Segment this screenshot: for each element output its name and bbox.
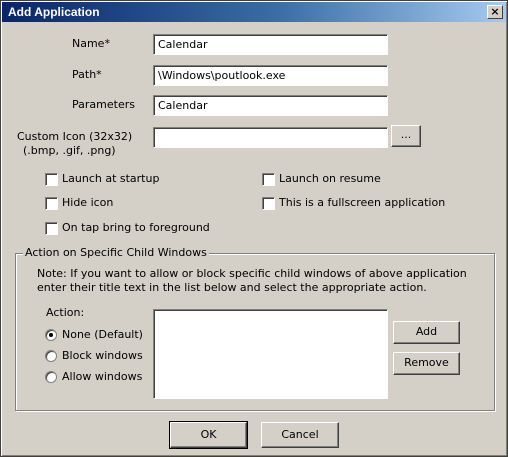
close-icon: ×	[490, 5, 500, 18]
custom-icon-field[interactable]	[153, 127, 388, 148]
launch-on-resume-checkbox[interactable]	[262, 173, 275, 186]
child-windows-list[interactable]	[153, 309, 388, 399]
browse-button[interactable]: ...	[391, 125, 421, 147]
note-text-line1: Note: If you want to allow or block spec…	[37, 267, 467, 280]
close-button[interactable]: ×	[487, 5, 503, 19]
bring-to-foreground-checkbox[interactable]	[45, 222, 58, 235]
add-application-dialog: Add Application × Name* Calendar Path* \…	[0, 0, 508, 457]
name-field[interactable]: Calendar	[153, 34, 388, 55]
radio-block-windows-label: Block windows	[62, 349, 143, 362]
path-label: Path*	[72, 68, 102, 81]
custom-icon-label: Custom Icon (32x32)	[17, 130, 133, 143]
remove-button[interactable]: Remove	[393, 352, 460, 375]
hide-icon-checkbox[interactable]	[45, 197, 58, 210]
launch-at-startup-checkbox[interactable]	[45, 173, 58, 186]
cancel-button[interactable]: Cancel	[261, 422, 339, 448]
child-windows-group-title: Action on Specific Child Windows	[23, 246, 209, 259]
radio-block-windows[interactable]	[45, 350, 57, 362]
radio-none-default[interactable]	[45, 329, 57, 341]
window-title: Add Application	[8, 5, 100, 19]
launch-on-resume-label: Launch on resume	[279, 172, 381, 185]
parameters-label: Parameters	[72, 98, 135, 111]
bring-to-foreground-label: On tap bring to foreground	[62, 221, 210, 234]
launch-at-startup-label: Launch at startup	[62, 172, 160, 185]
name-label: Name*	[72, 37, 110, 50]
add-button[interactable]: Add	[393, 321, 460, 344]
radio-allow-windows[interactable]	[45, 371, 57, 383]
title-bar[interactable]: Add Application ×	[2, 2, 506, 22]
path-field[interactable]: \Windows\poutlook.exe	[153, 65, 388, 86]
radio-none-default-label: None (Default)	[62, 328, 143, 341]
parameters-field[interactable]: Calendar	[153, 95, 388, 116]
fullscreen-checkbox[interactable]	[262, 197, 275, 210]
custom-icon-formats-label: (.bmp, .gif, .png)	[23, 144, 116, 157]
radio-selected-dot	[49, 333, 53, 337]
ok-button[interactable]: OK	[169, 421, 248, 449]
radio-allow-windows-label: Allow windows	[62, 370, 143, 383]
hide-icon-label: Hide icon	[62, 196, 114, 209]
note-text-line2: enter their title text in the list below…	[37, 281, 427, 294]
fullscreen-label: This is a fullscreen application	[279, 196, 446, 209]
action-label: Action:	[46, 306, 85, 319]
